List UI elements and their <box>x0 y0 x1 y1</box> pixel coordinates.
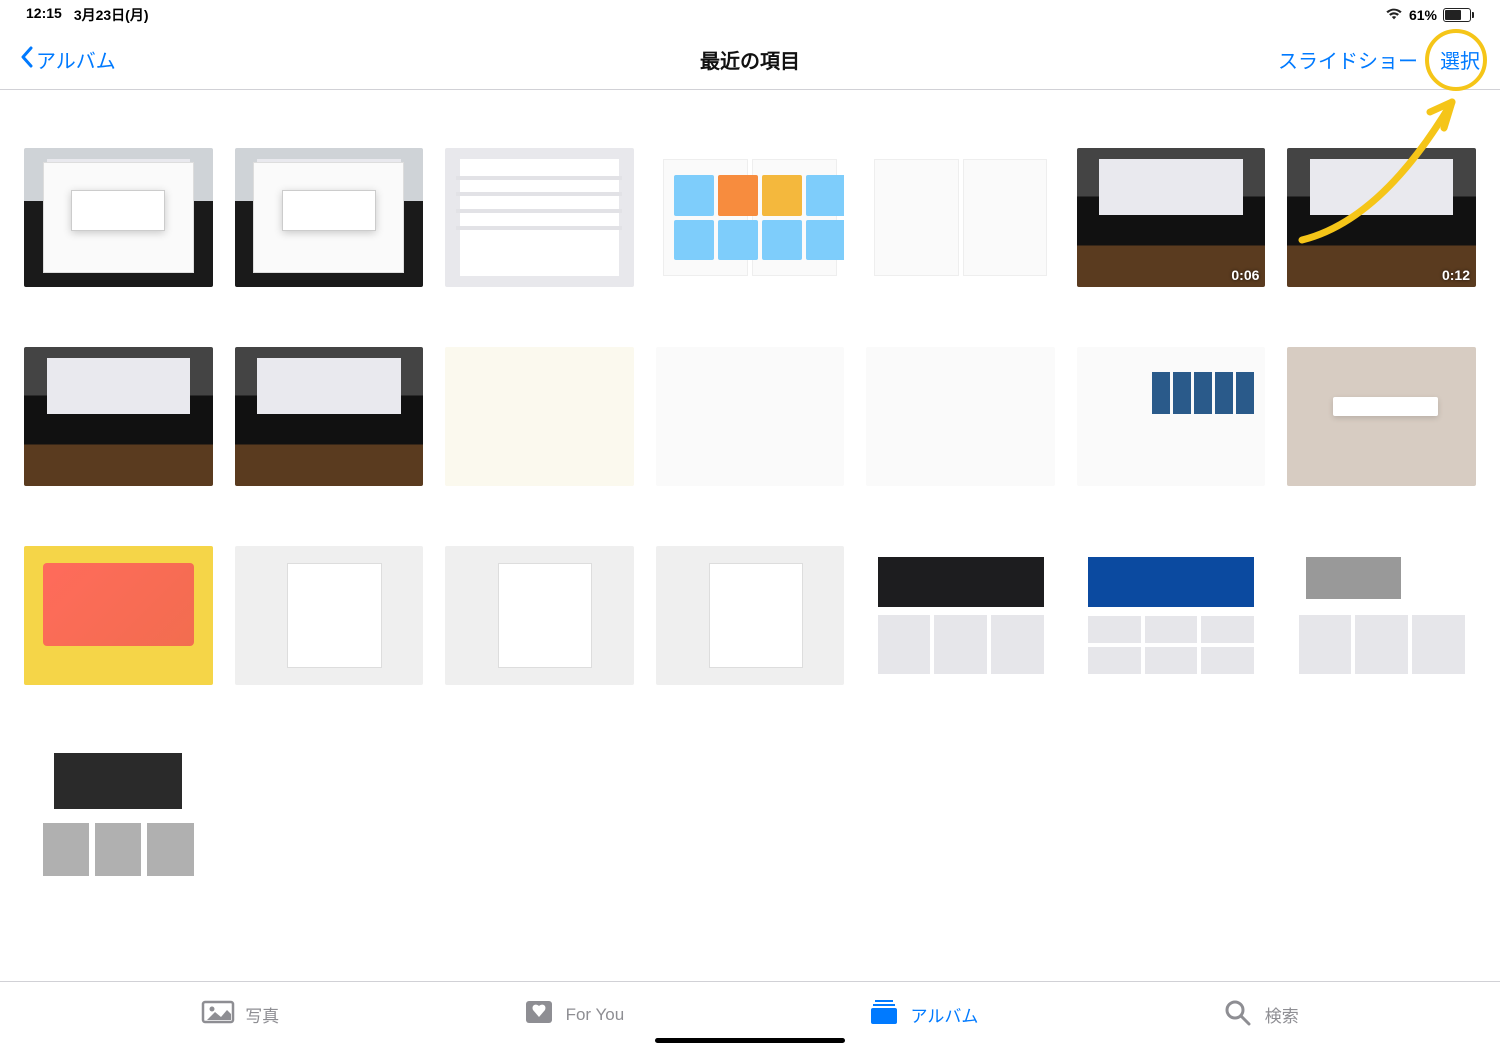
back-button[interactable]: アルバム <box>20 45 116 74</box>
photo-thumbnail[interactable] <box>445 546 634 685</box>
home-indicator[interactable] <box>655 1038 845 1043</box>
photo-thumbnail[interactable] <box>24 546 213 685</box>
video-thumbnail[interactable]: 0:12 <box>1287 148 1476 287</box>
page-title: 最近の項目 <box>700 45 800 74</box>
photos-icon <box>201 998 235 1031</box>
nav-bar: アルバム 最近の項目 スライドショー 選択 <box>0 30 1500 90</box>
chevron-left-icon <box>20 46 34 74</box>
photo-thumbnail[interactable] <box>656 347 845 486</box>
select-button[interactable]: 選択 <box>1440 45 1480 74</box>
wifi-icon <box>1385 7 1403 24</box>
video-duration: 0:06 <box>1231 267 1259 283</box>
photo-grid: 0:06 0:12 <box>0 90 1500 981</box>
tab-photos[interactable]: 写真 <box>201 998 279 1031</box>
battery-icon <box>1443 8 1474 22</box>
photo-thumbnail[interactable] <box>235 347 424 486</box>
slideshow-button[interactable]: スライドショー <box>1278 45 1418 74</box>
back-label: アルバム <box>36 45 116 74</box>
photo-thumbnail[interactable] <box>1077 347 1266 486</box>
video-duration: 0:12 <box>1442 267 1470 283</box>
status-date: 3月23日(月) <box>74 5 149 25</box>
status-time: 12:15 <box>26 5 62 25</box>
photo-thumbnail[interactable] <box>24 745 213 884</box>
photo-thumbnail[interactable] <box>1077 546 1266 685</box>
photo-thumbnail[interactable] <box>1287 347 1476 486</box>
tab-foryou[interactable]: For You <box>522 998 625 1031</box>
photo-thumbnail[interactable] <box>445 148 634 287</box>
photo-thumbnail[interactable] <box>866 347 1055 486</box>
status-bar: 12:15 3月23日(月) 61% <box>0 0 1500 30</box>
photo-thumbnail[interactable] <box>656 546 845 685</box>
photo-thumbnail[interactable] <box>866 546 1055 685</box>
search-icon <box>1221 998 1255 1031</box>
photo-thumbnail[interactable] <box>445 347 634 486</box>
photo-thumbnail[interactable] <box>235 546 424 685</box>
photo-thumbnail[interactable] <box>24 148 213 287</box>
photo-thumbnail[interactable] <box>1287 546 1476 685</box>
tab-label: アルバム <box>911 1002 979 1027</box>
photo-thumbnail[interactable] <box>656 148 845 287</box>
tab-search[interactable]: 検索 <box>1221 998 1299 1031</box>
photo-thumbnail[interactable] <box>235 148 424 287</box>
photo-thumbnail[interactable] <box>24 347 213 486</box>
tab-label: 写真 <box>245 1002 279 1027</box>
photo-thumbnail[interactable] <box>866 148 1055 287</box>
foryou-icon <box>522 998 556 1031</box>
tab-label: For You <box>566 1005 625 1025</box>
albums-icon <box>867 998 901 1031</box>
tab-label: 検索 <box>1265 1002 1299 1027</box>
battery-percent: 61% <box>1409 7 1437 23</box>
tab-albums[interactable]: アルバム <box>867 998 979 1031</box>
video-thumbnail[interactable]: 0:06 <box>1077 148 1266 287</box>
